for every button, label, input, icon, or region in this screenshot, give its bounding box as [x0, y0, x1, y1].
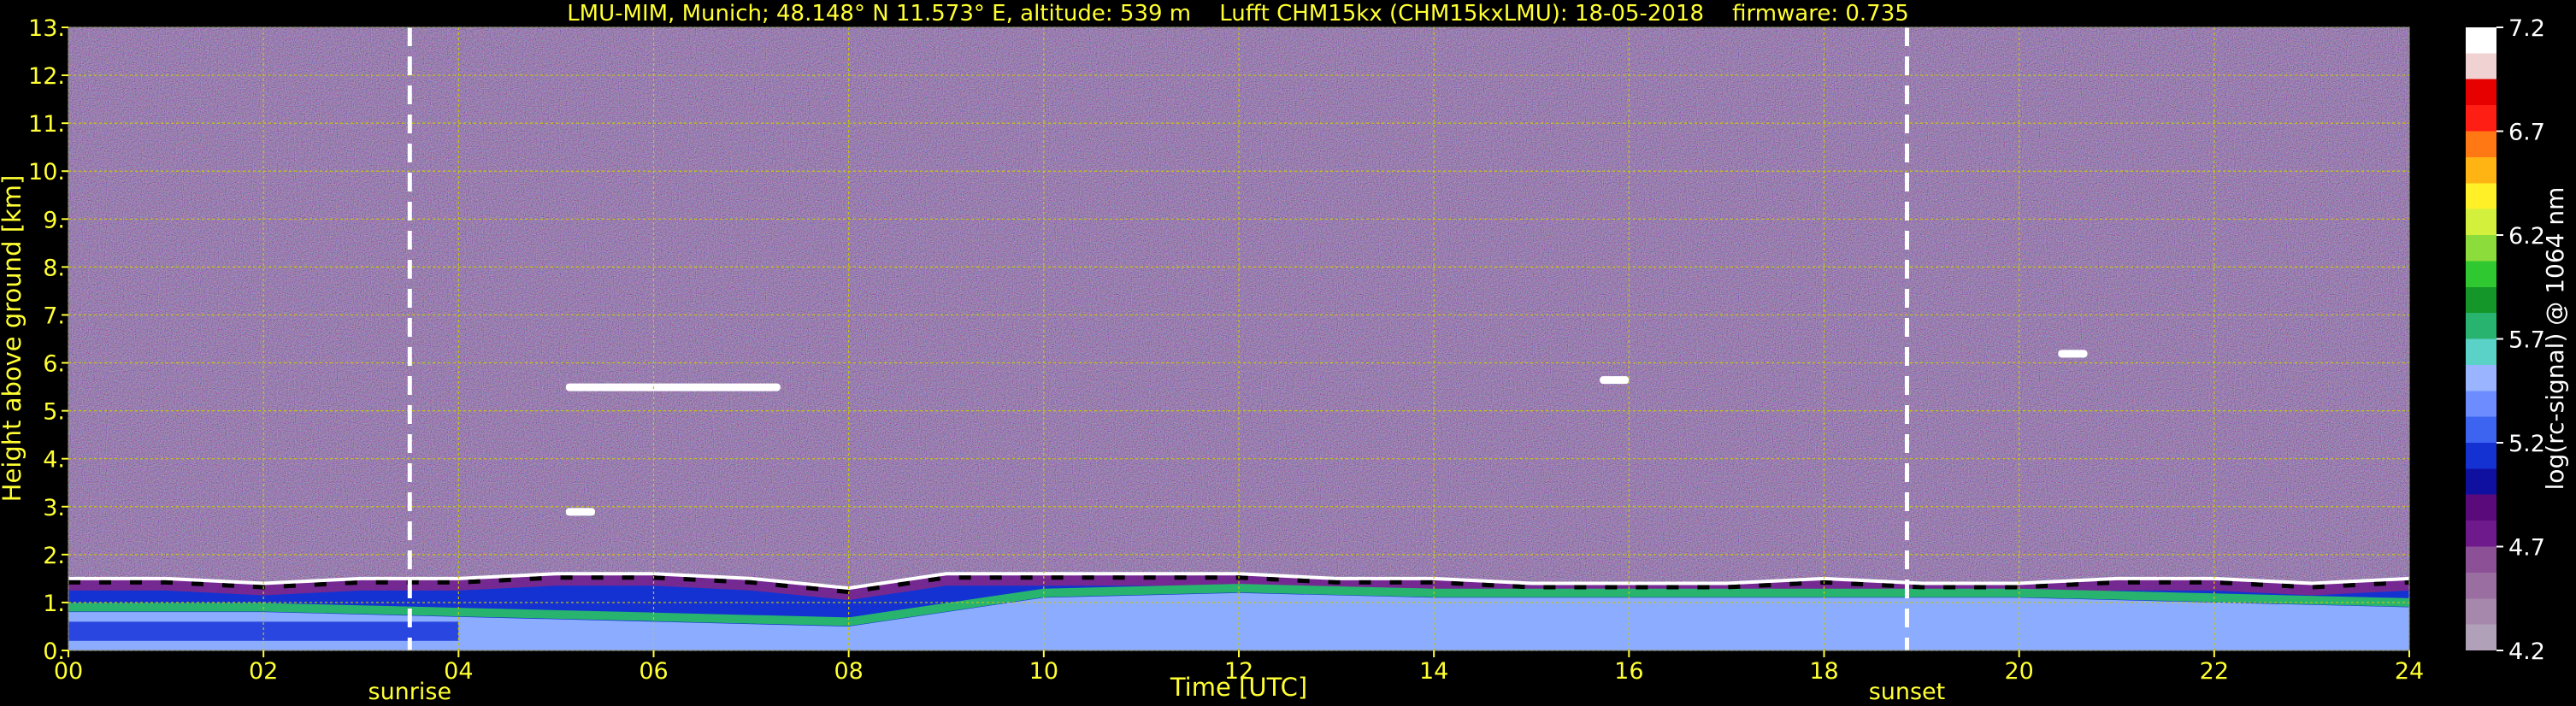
- x-axis-label: Time [UTC]: [1170, 673, 1307, 702]
- y-tick-label: 3.: [43, 495, 65, 521]
- x-tick-label: 18: [1809, 658, 1838, 685]
- plot-area: sunrise sunset: [68, 26, 2410, 705]
- elevated-cloud: [565, 383, 781, 391]
- colorbar-tick-label: 5.7: [2508, 327, 2545, 354]
- x-tick-label: 08: [834, 658, 863, 685]
- y-tick-label: 9.: [43, 207, 65, 233]
- colorbar-tick-label: 6.2: [2508, 223, 2545, 250]
- y-tick-label: 0.: [43, 638, 65, 665]
- elevated-cloud: [565, 508, 596, 516]
- colorbar-tick-label: 4.2: [2508, 638, 2545, 665]
- y-tick-label: 7.: [43, 303, 65, 329]
- y-axis-label: Height above ground [km]: [0, 175, 27, 503]
- y-tick-label: 13.: [28, 15, 65, 42]
- x-tick-label: 02: [249, 658, 278, 685]
- sunset-label: sunset: [1869, 679, 1946, 705]
- x-tick-label: 16: [1614, 658, 1643, 685]
- chart-title: LMU-MIM, Munich; 48.148° N 11.573° E, al…: [567, 1, 1909, 26]
- colorbar-tick-label: 7.2: [2508, 15, 2545, 42]
- colorbar-ticks: 4.2 4.7 5.2 5.7 6.2 6.7 7.2: [2496, 15, 2545, 665]
- x-tick-label: 24: [2395, 658, 2424, 685]
- colorbar-tick-label: 5.2: [2508, 431, 2545, 457]
- x-tick-label: 14: [1419, 658, 1448, 685]
- colorbar-tick-label: 6.7: [2508, 120, 2545, 146]
- colorbar: 4.2 4.7 5.2 5.7 6.2 6.7 7.2 log(rc-signal) @ 1…: [2466, 15, 2569, 665]
- colorbar-gradient: [2466, 27, 2496, 650]
- colorbar-label: log(rc-signal) @ 1064 nm: [2541, 187, 2569, 491]
- x-tick-label: 04: [444, 658, 473, 685]
- y-tick-label: 2.: [43, 543, 65, 569]
- y-tick-label: 10.: [28, 159, 65, 185]
- y-tick-label: 6.: [43, 351, 65, 378]
- colorbar-tick-label: 4.7: [2508, 535, 2545, 562]
- x-tick-label: 20: [2004, 658, 2033, 685]
- x-tick-label: 06: [639, 658, 668, 685]
- y-tick-label: 11.: [28, 111, 65, 138]
- y-tick-label: 4.: [43, 447, 65, 474]
- elevated-cloud: [2058, 350, 2088, 358]
- sunrise-label: sunrise: [368, 679, 452, 705]
- y-axis-ticks: 0. 1. 2. 3. 4. 5. 6. 7. 8. 9. 10. 11. 12. 13.: [28, 15, 68, 665]
- y-tick-label: 8.: [43, 255, 65, 281]
- y-tick-label: 1.: [43, 591, 65, 617]
- y-tick-label: 5.: [43, 399, 65, 426]
- x-tick-label: 10: [1029, 658, 1058, 685]
- ceilometer-chart: LMU-MIM, Munich; 48.148° N 11.573° E, al…: [0, 1, 2569, 705]
- y-tick-label: 12.: [28, 63, 65, 90]
- elevated-cloud: [1600, 376, 1630, 385]
- x-tick-label: 22: [2200, 658, 2229, 685]
